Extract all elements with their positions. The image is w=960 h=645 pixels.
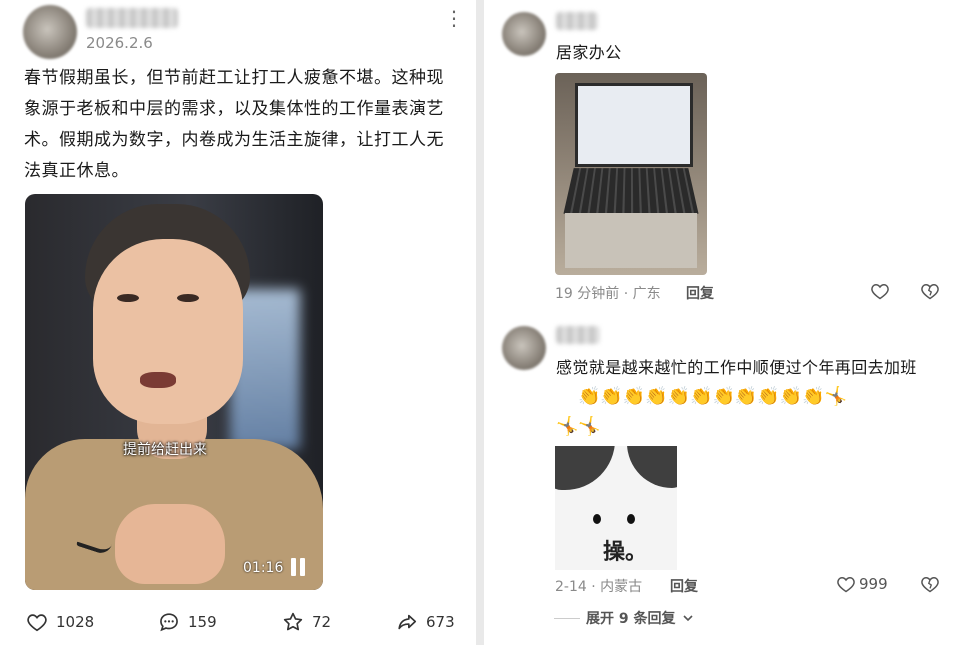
comment-emoji-line: 👏👏👏👏👏👏👏👏👏👏👏🤸 <box>578 386 847 407</box>
comment-text: 感觉就是越来越忙的工作中顺便过个年再回去加班 <box>556 358 917 377</box>
commenter-name[interactable] <box>556 326 600 344</box>
dislike-heart-icon[interactable] <box>920 574 940 594</box>
post-text: 春节假期虽长，但节前赶工让打工人疲惫不堪。这种现象源于老板和中层的需求，以及集体… <box>24 68 444 181</box>
star-stat[interactable]: 72 <box>282 611 331 633</box>
like-heart-icon[interactable] <box>870 281 890 301</box>
video-caption: 提前给赶出来 <box>123 442 207 458</box>
reply-button[interactable]: 回复 <box>686 283 714 303</box>
person-mouth <box>140 372 176 388</box>
commenter-name[interactable] <box>556 12 598 30</box>
sticker-text: 操。 <box>603 540 648 565</box>
heart-icon <box>26 611 48 633</box>
comments-panel: 居家办公 19 分钟前 · 广东 回复 感觉就是越来越忙的工作中顺便过个年再回去… <box>484 0 960 645</box>
like-count: 1028 <box>56 613 95 631</box>
comment-icon <box>158 611 180 633</box>
commenter-avatar[interactable] <box>502 326 546 370</box>
chevron-down-icon <box>682 612 694 624</box>
more-menu-icon[interactable]: ⋮ <box>444 6 464 30</box>
share-stat[interactable]: 673 <box>396 611 455 633</box>
post-panel: 2026.2.6 ⋮ 春节假期虽长，但节前赶工让打工人疲惫不堪。这种现象源于老板… <box>0 0 476 645</box>
person-eye-left <box>117 294 139 302</box>
like-heart-icon <box>836 574 856 594</box>
comment-text: 居家办公 <box>556 43 622 62</box>
person-hands <box>115 504 225 584</box>
star-icon <box>282 611 304 633</box>
like-stat[interactable]: 1028 <box>26 611 94 633</box>
laptop-keyboard <box>563 168 699 214</box>
laptop-body <box>565 213 697 268</box>
expand-replies[interactable]: 展开 9 条回复 <box>554 608 694 628</box>
share-icon <box>396 611 418 633</box>
pause-icon[interactable] <box>291 558 307 576</box>
person-face <box>93 239 243 424</box>
post-date: 2026.2.6 <box>86 34 153 52</box>
author-avatar[interactable] <box>23 5 77 59</box>
sticker-eye <box>593 514 601 524</box>
video-player[interactable]: 提前给赶出来 01:16 <box>25 194 323 590</box>
expand-divider <box>554 617 580 619</box>
comment-like[interactable]: 999 <box>836 574 888 594</box>
share-count: 673 <box>426 613 455 631</box>
commenter-avatar[interactable] <box>502 12 546 56</box>
comment-stat[interactable]: 159 <box>158 611 217 633</box>
sticker-eye <box>627 514 635 524</box>
dislike-heart-icon[interactable] <box>920 281 940 301</box>
video-time: 01:16 <box>243 560 284 576</box>
comment-emoji-line: 🤸🤸 <box>556 416 601 437</box>
comment-like-count: 999 <box>859 575 888 593</box>
comment-count: 159 <box>188 613 217 631</box>
star-count: 72 <box>312 613 332 631</box>
comment-image-laptop[interactable] <box>555 73 707 275</box>
person-eye-right <box>177 294 199 302</box>
sticker-ear <box>555 446 615 490</box>
reply-button[interactable]: 回复 <box>670 576 698 596</box>
author-name[interactable] <box>86 8 178 28</box>
expand-replies-label: 展开 9 条回复 <box>586 611 676 627</box>
comment-sticker[interactable]: 操。 <box>555 446 677 570</box>
sticker-ear <box>627 446 677 488</box>
laptop-screen <box>575 83 693 167</box>
comment-time: 19 分钟前 · 广东 <box>555 286 661 302</box>
comment-time: 2-14 · 内蒙古 <box>555 579 643 595</box>
